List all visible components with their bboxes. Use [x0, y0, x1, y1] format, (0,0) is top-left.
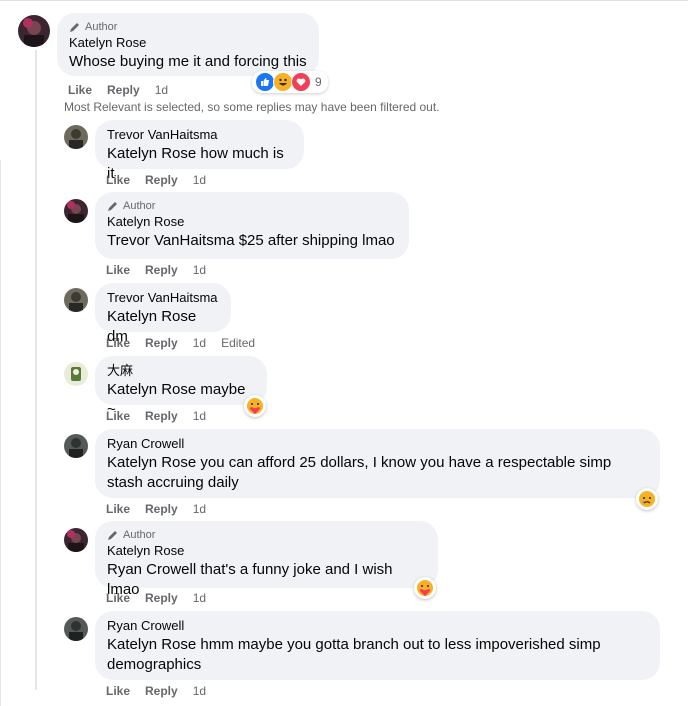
avatar[interactable]: [64, 362, 88, 386]
left-divider: [0, 160, 1, 706]
timestamp[interactable]: 1d: [193, 173, 206, 187]
like-button[interactable]: Like: [106, 684, 130, 698]
like-button[interactable]: Like: [106, 409, 130, 423]
reply-button[interactable]: Reply: [107, 83, 140, 97]
reply-button[interactable]: Reply: [145, 173, 178, 187]
commenter-name[interactable]: Ryan Crowell: [107, 435, 648, 453]
like-button[interactable]: Like: [106, 263, 130, 277]
like-button[interactable]: Like: [106, 502, 130, 516]
mention-tag[interactable]: Katelyn Rose: [107, 145, 196, 162]
reply-text: Katelyn Rose hmm maybe you gotta branch …: [107, 636, 601, 673]
avatar[interactable]: [64, 199, 88, 223]
commenter-name[interactable]: Katelyn Rose: [69, 34, 307, 52]
reply-actions: Like Reply 1d: [106, 409, 221, 423]
avatar[interactable]: [64, 125, 88, 149]
filter-notice: Most Relevant is selected, so some repli…: [64, 100, 440, 114]
mention-tag[interactable]: Trevor VanHaitsma: [107, 232, 235, 249]
timestamp[interactable]: 1d: [193, 409, 206, 423]
reply-button[interactable]: Reply: [145, 263, 178, 277]
commenter-name[interactable]: Trevor VanHaitsma: [107, 126, 292, 144]
reply-button[interactable]: Reply: [145, 684, 178, 698]
reply-button[interactable]: Reply: [145, 502, 178, 516]
thread-line: [35, 50, 37, 690]
timestamp[interactable]: 1d: [193, 336, 206, 350]
reply-bubble: 大麻 Katelyn Rose maybe ~: [95, 356, 267, 418]
reply-text: Katelyn Rose you can afford 25 dollars, …: [107, 454, 612, 491]
pencil-icon: [70, 22, 79, 32]
top-divider: [0, 0, 688, 1]
reply-button[interactable]: Reply: [145, 591, 178, 605]
sad-reaction-icon[interactable]: [636, 488, 658, 510]
reply-bubble: Author Katelyn Rose Ryan Crowell that's …: [95, 521, 438, 598]
like-button[interactable]: Like: [106, 591, 130, 605]
reaction-count: 9: [315, 75, 322, 89]
comment-text: Whose buying me it and forcing this: [69, 53, 307, 70]
avatar[interactable]: [64, 434, 88, 458]
reply-actions: Like Reply 1d Edited: [106, 336, 270, 350]
pencil-icon: [108, 530, 117, 540]
like-button[interactable]: Like: [106, 173, 130, 187]
comment-bubble: Author Katelyn Rose Whose buying me it a…: [57, 13, 319, 76]
like-button[interactable]: Like: [106, 336, 130, 350]
avatar[interactable]: [64, 528, 88, 552]
commenter-name[interactable]: Katelyn Rose: [107, 213, 397, 231]
commenter-name[interactable]: Trevor VanHaitsma: [107, 289, 219, 307]
pencil-icon: [108, 201, 117, 211]
edited-label[interactable]: Edited: [221, 336, 255, 350]
reply-bubble: Trevor VanHaitsma Katelyn Rose dm: [95, 283, 231, 345]
mention-tag[interactable]: Katelyn Rose: [107, 454, 196, 471]
reply-actions: Like Reply 1d: [106, 591, 221, 605]
reply-text: Trevor VanHaitsma $25 after shipping lma…: [107, 232, 395, 249]
avatar[interactable]: [18, 15, 50, 47]
reaction-summary[interactable]: 9: [252, 71, 328, 93]
reply-button[interactable]: Reply: [145, 336, 178, 350]
avatar[interactable]: [64, 288, 88, 312]
timestamp[interactable]: 1d: [193, 684, 206, 698]
reply-actions: Like Reply 1d: [106, 173, 221, 187]
care-reaction-icon[interactable]: [244, 395, 266, 417]
like-reaction-icon: [255, 72, 275, 92]
reply-actions: Like Reply 1d: [106, 684, 221, 698]
like-button[interactable]: Like: [68, 83, 92, 97]
love-reaction-icon: [291, 72, 311, 92]
timestamp[interactable]: 1d: [155, 83, 168, 97]
commenter-name[interactable]: 大麻: [107, 362, 255, 380]
reply-button[interactable]: Reply: [145, 409, 178, 423]
timestamp[interactable]: 1d: [193, 591, 206, 605]
mention-tag[interactable]: Katelyn Rose: [107, 636, 196, 653]
reply-bubble: Ryan Crowell Katelyn Rose you can afford…: [95, 429, 660, 498]
timestamp[interactable]: 1d: [193, 263, 206, 277]
timestamp[interactable]: 1d: [193, 502, 206, 516]
haha-reaction-icon: [273, 72, 293, 92]
mention-tag[interactable]: Katelyn Rose: [107, 381, 196, 398]
author-badge: Author: [107, 198, 397, 213]
mention-tag[interactable]: Ryan Crowell: [107, 561, 196, 578]
reply-actions: Like Reply 1d: [106, 263, 221, 277]
reply-bubble: Author Katelyn Rose Trevor VanHaitsma $2…: [95, 192, 409, 259]
avatar[interactable]: [64, 617, 88, 641]
author-badge: Author: [107, 527, 426, 542]
comment-actions: Like Reply 1d: [68, 83, 183, 97]
reply-bubble: Ryan Crowell Katelyn Rose hmm maybe you …: [95, 611, 660, 680]
commenter-name[interactable]: Katelyn Rose: [107, 542, 426, 560]
mention-tag[interactable]: Katelyn Rose: [107, 308, 196, 325]
commenter-name[interactable]: Ryan Crowell: [107, 617, 648, 635]
care-reaction-icon[interactable]: [414, 577, 436, 599]
author-badge: Author: [69, 19, 307, 34]
reply-actions: Like Reply 1d: [106, 502, 221, 516]
reply-bubble: Trevor VanHaitsma Katelyn Rose how much …: [95, 120, 304, 182]
